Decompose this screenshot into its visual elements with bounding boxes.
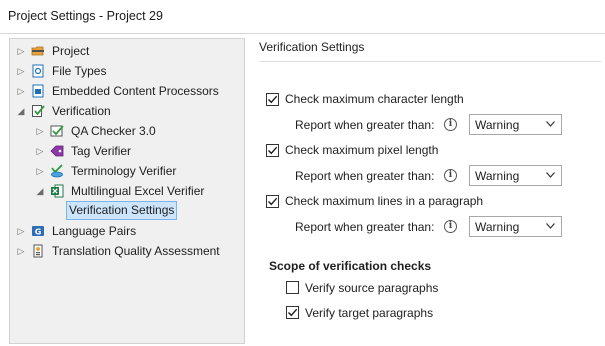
tree-item-label: Embedded Content Processors	[52, 84, 219, 98]
embedded-content-icon	[32, 84, 44, 98]
chevron-down-icon	[546, 223, 555, 229]
chevron-right-icon[interactable]: ▷	[35, 161, 45, 181]
tree-item-label-selected: Verification Settings	[66, 201, 178, 220]
tree-item-label: Multilingual Excel Verifier	[71, 184, 205, 198]
tree-item-terminology-verifier[interactable]: ▷ Terminology Verifier	[10, 161, 244, 181]
tree-item-label: Tag Verifier	[71, 144, 132, 158]
tree-item-label: QA Checker 3.0	[71, 124, 156, 138]
lines-severity-dropdown[interactable]: Warning	[469, 216, 562, 237]
dropdown-value: Warning	[475, 118, 520, 132]
check-max-lines-checkbox[interactable]	[266, 195, 279, 208]
tree-item-label: File Types	[52, 64, 107, 78]
checkmark-icon	[268, 146, 278, 155]
info-icon[interactable]: i	[444, 169, 457, 182]
tree-item-embedded-content-processors[interactable]: ▷ Embedded Content Processors	[10, 81, 244, 101]
tree-item-label: Terminology Verifier	[71, 164, 177, 178]
tree-item-verification[interactable]: ◢ Verification	[10, 101, 244, 121]
settings-panel: Verification Settings Check maximum char…	[247, 38, 605, 346]
tree-item-translation-quality-assessment[interactable]: ▷ Translation Quality Assessment	[10, 241, 244, 261]
verification-icon	[32, 105, 45, 117]
checkmark-icon	[268, 95, 278, 104]
svg-text:G: G	[35, 228, 42, 237]
verify-source-label: Verify source paragraphs	[305, 281, 439, 295]
chevron-down-icon[interactable]: ◢	[35, 181, 45, 201]
verify-target-label: Verify target paragraphs	[305, 306, 434, 320]
verify-source-checkbox[interactable]	[286, 281, 299, 294]
tag-icon	[50, 145, 64, 157]
report-label: Report when greater than:	[295, 118, 435, 132]
check-max-character-length-label: Check maximum character length	[285, 92, 464, 106]
info-icon[interactable]: i	[444, 220, 457, 233]
chevron-right-icon[interactable]: ▷	[35, 121, 45, 141]
settings-tree: ▷ Project ▷ File Types ▷ Embedded Conten…	[9, 38, 245, 344]
checkmark-icon	[268, 197, 278, 206]
chevron-down-icon	[546, 172, 555, 178]
report-label: Report when greater than:	[295, 169, 435, 183]
dropdown-value: Warning	[475, 220, 520, 234]
chevron-down-icon	[546, 121, 555, 127]
tree-item-label: Language Pairs	[52, 224, 137, 238]
qa-checker-icon	[50, 125, 64, 137]
file-types-icon	[32, 64, 44, 78]
tree-item-multilingual-excel-verifier[interactable]: ◢ Multilingual Excel Verifier	[10, 181, 244, 201]
terminology-icon	[51, 164, 63, 178]
folder-icon	[31, 46, 44, 56]
tree-item-qa-checker[interactable]: ▷ QA Checker 3.0	[10, 121, 244, 141]
tree-item-label: Verification	[52, 104, 111, 118]
report-label: Report when greater than:	[295, 220, 435, 234]
section-title: Verification Settings	[259, 40, 365, 54]
checkmark-icon	[288, 308, 298, 317]
check-max-pixel-length-checkbox[interactable]	[266, 144, 279, 157]
tree-item-file-types[interactable]: ▷ File Types	[10, 61, 244, 81]
verify-target-checkbox[interactable]	[286, 306, 299, 319]
pixel-length-severity-dropdown[interactable]: Warning	[469, 165, 562, 186]
title-bar: Project Settings - Project 29	[0, 0, 605, 34]
chevron-right-icon[interactable]: ▷	[16, 221, 26, 241]
section-divider	[259, 61, 601, 62]
character-length-severity-dropdown[interactable]: Warning	[469, 114, 562, 135]
tree-item-label: Project	[52, 44, 90, 58]
tree-item-tag-verifier[interactable]: ▷ Tag Verifier	[10, 141, 244, 161]
chevron-right-icon[interactable]: ▷	[16, 41, 26, 61]
chevron-right-icon[interactable]: ▷	[16, 241, 26, 261]
chevron-right-icon[interactable]: ▷	[16, 61, 26, 81]
window-title: Project Settings - Project 29	[8, 9, 163, 23]
language-pairs-icon: G	[32, 226, 44, 237]
tree-item-language-pairs[interactable]: ▷ G Language Pairs	[10, 221, 244, 241]
check-max-pixel-length-label: Check maximum pixel length	[285, 143, 439, 157]
check-max-lines-label: Check maximum lines in a paragraph	[285, 194, 484, 208]
check-max-character-length-checkbox[interactable]	[266, 93, 279, 106]
chevron-right-icon[interactable]: ▷	[16, 81, 26, 101]
excel-icon	[51, 184, 64, 198]
tree-item-verification-settings[interactable]: Verification Settings	[10, 201, 244, 221]
dropdown-value: Warning	[475, 169, 520, 183]
tree-item-project[interactable]: ▷ Project	[10, 41, 244, 61]
quality-assessment-icon	[33, 244, 43, 258]
tree-item-label: Translation Quality Assessment	[52, 244, 220, 258]
chevron-right-icon[interactable]: ▷	[35, 141, 45, 161]
chevron-down-icon[interactable]: ◢	[16, 101, 26, 121]
info-icon[interactable]: i	[444, 118, 457, 131]
scope-heading: Scope of verification checks	[269, 259, 432, 273]
